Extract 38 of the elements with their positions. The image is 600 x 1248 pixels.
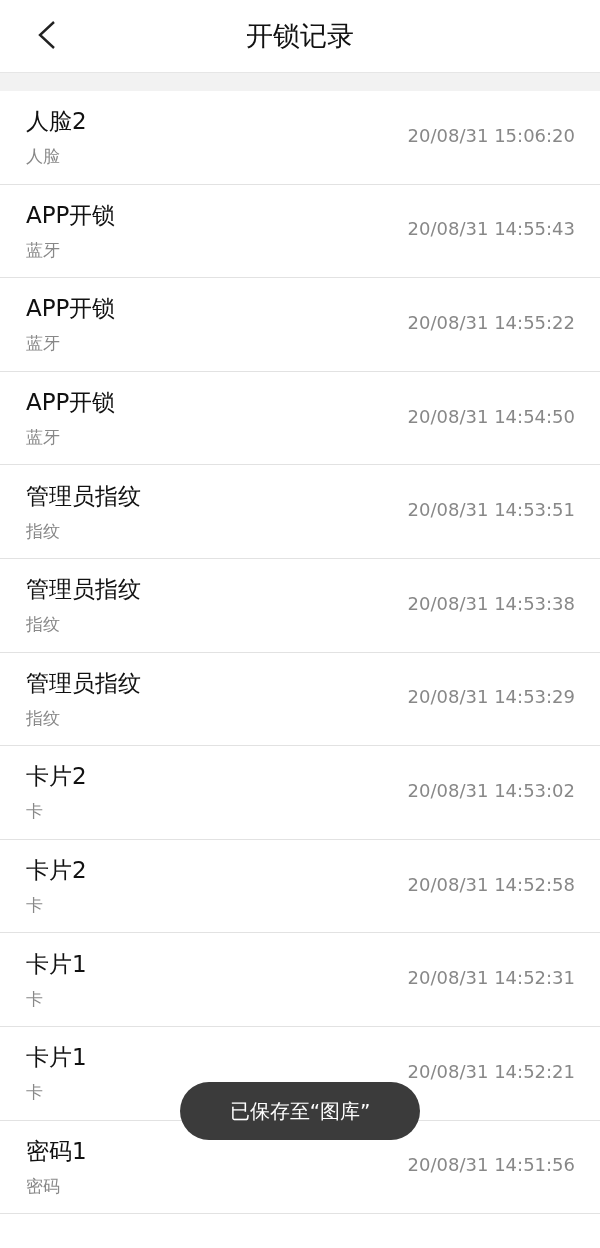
record-name: 卡片1 [26, 1044, 87, 1071]
page-title: 开锁记录 [246, 19, 354, 53]
record-name: APP开锁 [26, 201, 116, 228]
unlock-method: 人脸 [26, 146, 61, 167]
record-time: 20/08/31 14:52:58 [407, 873, 575, 895]
unlock-method: 密码 [26, 1175, 61, 1196]
record-name: APP开锁 [26, 389, 116, 416]
record-time: 20/08/31 14:52:21 [407, 1060, 575, 1082]
record-name: APP开锁 [26, 295, 116, 322]
unlock-method: 卡 [26, 895, 44, 916]
record-time: 20/08/31 15:06:20 [407, 124, 575, 146]
unlock-method: 指纹 [26, 707, 61, 728]
record-time: 20/08/31 14:52:31 [407, 967, 575, 989]
record-name: 管理员指纹 [26, 576, 141, 603]
record-name: 管理员指纹 [26, 669, 141, 696]
record-name: 密码1 [26, 1137, 87, 1164]
record-name: 人脸2 [26, 108, 87, 135]
unlock-method: 蓝牙 [26, 239, 61, 260]
record-name: 卡片2 [26, 857, 87, 884]
record-name: 卡片2 [26, 763, 87, 790]
record-time: 20/08/31 14:55:43 [407, 218, 575, 240]
record-time: 20/08/31 14:53:51 [407, 499, 575, 521]
unlock-method: 卡 [26, 801, 44, 822]
unlock-method: 蓝牙 [26, 427, 61, 448]
toast-message: 已保存至“图库” [180, 1082, 420, 1140]
record-time: 20/08/31 14:53:29 [407, 686, 575, 708]
record-time: 20/08/31 14:51:56 [407, 1154, 575, 1176]
record-time: 20/08/31 14:53:38 [407, 592, 575, 614]
unlock-method: 蓝牙 [26, 333, 61, 354]
record-name: 管理员指纹 [26, 482, 141, 509]
unlock-method: 指纹 [26, 520, 61, 541]
record-time: 20/08/31 14:55:22 [407, 312, 575, 333]
record-time: 20/08/31 14:53:02 [407, 779, 575, 801]
unlock-method: 指纹 [26, 614, 61, 635]
record-name: 卡片1 [26, 950, 87, 977]
record-time: 20/08/31 14:54:50 [407, 405, 575, 427]
unlock-method: 卡 [26, 1082, 44, 1103]
unlock-method: 卡 [26, 988, 44, 1009]
